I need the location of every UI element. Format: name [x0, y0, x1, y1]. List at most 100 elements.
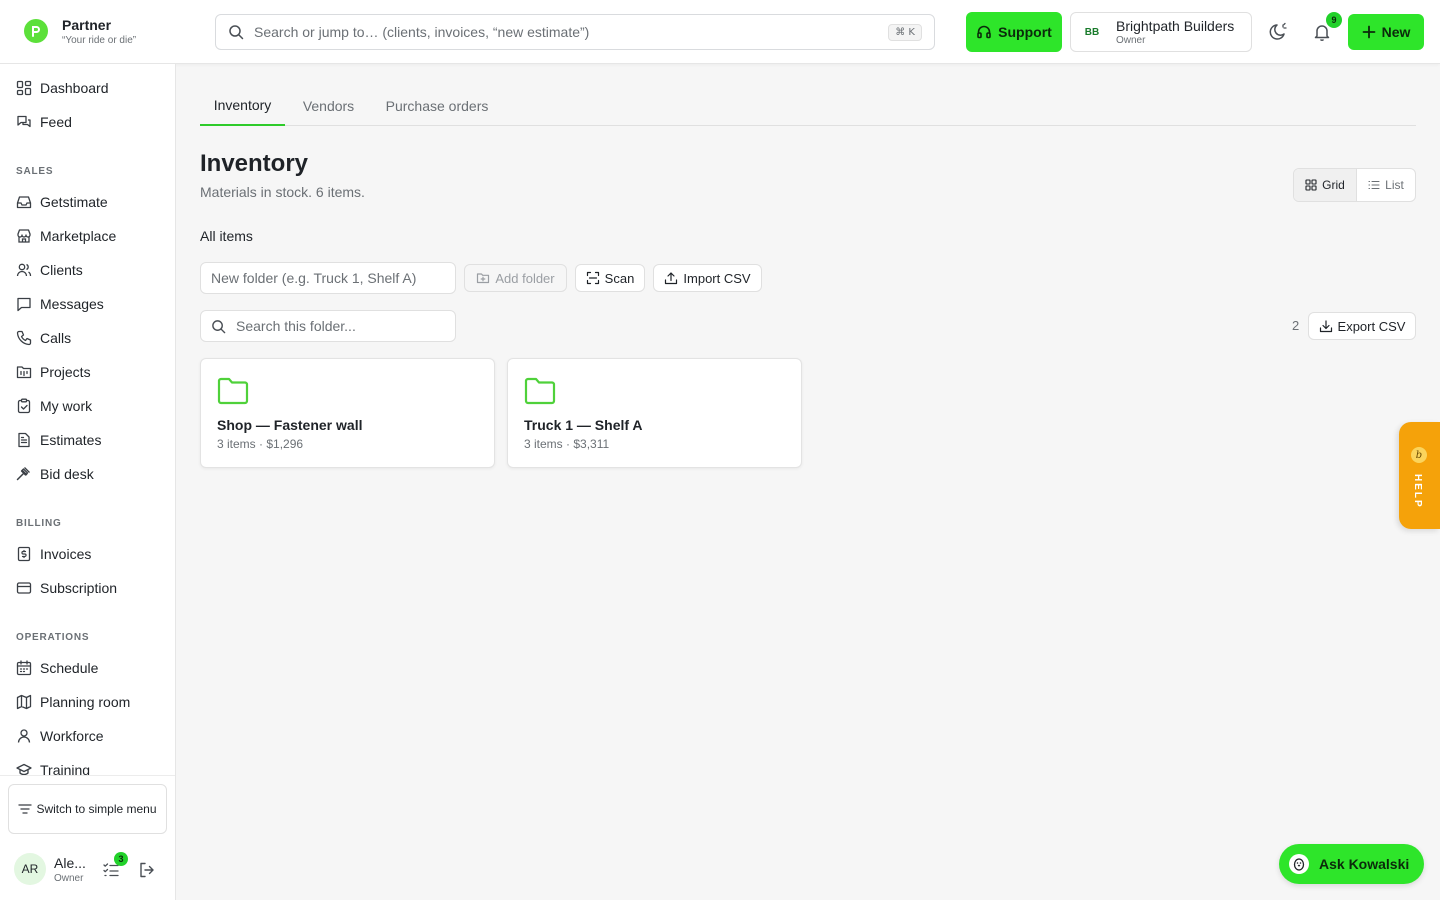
- sidebar-item-messages[interactable]: Messages: [16, 292, 166, 316]
- help-label: HELP: [1412, 474, 1423, 509]
- sidebar-item-feed[interactable]: Feed: [16, 110, 166, 134]
- sidebar-item-planning-room[interactable]: Planning room: [16, 690, 166, 714]
- inbox-icon: [16, 194, 32, 210]
- tab-inventory[interactable]: Inventory: [200, 86, 285, 126]
- brand: Partner “Your ride or die”: [62, 16, 136, 48]
- sidebar-item-workforce[interactable]: Workforce: [16, 724, 166, 748]
- top-bar: Partner “Your ride or die” ⌘ K Support B…: [0, 0, 1440, 64]
- sidebar-item-dashboard[interactable]: Dashboard: [16, 76, 166, 100]
- dashboard-icon: [16, 80, 32, 96]
- sidebar-item-label: Schedule: [40, 660, 99, 676]
- tab-vendors[interactable]: Vendors: [294, 86, 363, 126]
- switch-simple-menu-button[interactable]: Switch to simple menu: [8, 784, 167, 834]
- scan-label: Scan: [604, 270, 635, 286]
- sidebar-item-label: Invoices: [40, 546, 92, 562]
- tab-purchase-orders[interactable]: Purchase orders: [376, 86, 498, 126]
- sidebar-item-label: My work: [40, 398, 93, 414]
- grid-icon: [1305, 179, 1317, 191]
- sidebar: Dashboard Feed SALES Getstimate Marketpl…: [0, 64, 176, 900]
- add-folder-button[interactable]: Add folder: [464, 264, 567, 292]
- sidebar-section-billing: BILLING: [16, 518, 62, 529]
- user-avatar[interactable]: AR: [14, 853, 46, 885]
- feed-icon: [16, 114, 32, 130]
- folder-card[interactable]: Truck 1 — Shelf A 3 items · $3,311: [507, 358, 802, 468]
- sidebar-item-marketplace[interactable]: Marketplace: [16, 224, 166, 248]
- support-label: Support: [998, 24, 1052, 40]
- inventory-tabs: Inventory Vendors Purchase orders: [200, 86, 1416, 126]
- view-grid-button[interactable]: Grid: [1294, 169, 1357, 201]
- ask-kowalski-button[interactable]: Ask Kowalski: [1279, 844, 1424, 884]
- sidebar-item-schedule[interactable]: Schedule: [16, 656, 166, 680]
- headset-icon: [976, 24, 992, 40]
- notifications-badge: 9: [1326, 12, 1342, 28]
- account-name: Brightpath Builders: [1116, 17, 1235, 34]
- account-switcher[interactable]: BB Brightpath Builders Owner: [1070, 12, 1252, 52]
- sidebar-item-label: Planning room: [40, 694, 131, 710]
- page-subtitle: Materials in stock. 6 items.: [200, 184, 365, 200]
- sidebar-item-bid-desk[interactable]: Bid desk: [16, 462, 166, 486]
- sidebar-footer: Switch to simple menu AR Ale... Owner 3: [0, 775, 175, 900]
- sidebar-item-label: Marketplace: [40, 228, 117, 244]
- sidebar-item-label: Getstimate: [40, 194, 108, 210]
- import-csv-button[interactable]: Import CSV: [653, 264, 762, 292]
- sidebar-item-label: Estimates: [40, 432, 102, 448]
- sidebar-item-calls[interactable]: Calls: [16, 326, 166, 350]
- credit-card-icon: [16, 580, 32, 596]
- support-button[interactable]: Support: [966, 12, 1062, 52]
- sidebar-item-clients[interactable]: Clients: [16, 258, 166, 282]
- global-search-input[interactable]: [254, 24, 889, 40]
- partner-logo[interactable]: [24, 19, 48, 43]
- scan-button[interactable]: Scan: [575, 264, 645, 292]
- export-csv-label: Export CSV: [1337, 318, 1406, 334]
- sidebar-item-estimates[interactable]: Estimates: [16, 428, 166, 452]
- sidebar-item-label: Projects: [40, 364, 91, 380]
- view-list-label: List: [1385, 178, 1404, 192]
- section-title: All items: [200, 228, 253, 244]
- folder-name: Shop — Fastener wall: [217, 417, 363, 433]
- folder-meta: 3 items · $1,296: [217, 437, 304, 451]
- sidebar-item-projects[interactable]: Projects: [16, 360, 166, 384]
- user-name: Ale...: [54, 855, 86, 871]
- folder-search[interactable]: [200, 310, 456, 342]
- account-initials: BB: [1084, 26, 1100, 38]
- users-icon: [16, 262, 32, 278]
- sidebar-item-my-work[interactable]: My work: [16, 394, 166, 418]
- logout-icon[interactable]: [138, 861, 156, 879]
- store-icon: [16, 228, 32, 244]
- sidebar-item-subscription[interactable]: Subscription: [16, 576, 166, 600]
- tasks-badge: 3: [114, 852, 128, 866]
- sidebar-item-getstimate[interactable]: Getstimate: [16, 190, 166, 214]
- sidebar-section-sales: SALES: [16, 166, 54, 177]
- brand-tagline: “Your ride or die”: [62, 35, 137, 46]
- user-icon: [16, 728, 32, 744]
- sidebar-section-operations: OPERATIONS: [16, 632, 90, 643]
- brand-name: Partner: [62, 17, 112, 33]
- gavel-icon: [16, 466, 32, 482]
- list-icon: [1368, 179, 1380, 191]
- folder-card[interactable]: Shop — Fastener wall 3 items · $1,296: [200, 358, 495, 468]
- sidebar-item-invoices[interactable]: Invoices: [16, 542, 166, 566]
- new-label: New: [1381, 24, 1411, 40]
- view-list-button[interactable]: List: [1357, 169, 1415, 201]
- folder-icon: [524, 377, 556, 405]
- sidebar-item-label: Messages: [40, 296, 104, 312]
- folder-search-input[interactable]: [236, 318, 445, 334]
- new-button[interactable]: New: [1348, 14, 1424, 50]
- folder-kanban-icon: [16, 364, 32, 380]
- account-role: Owner: [1116, 34, 1146, 46]
- file-text-icon: [16, 432, 32, 448]
- global-search[interactable]: ⌘ K: [215, 14, 935, 50]
- theme-toggle-icon[interactable]: [1266, 20, 1290, 44]
- view-grid-label: Grid: [1322, 178, 1345, 192]
- folder-count: 2: [1292, 318, 1300, 333]
- help-tab[interactable]: b HELP: [1399, 422, 1440, 529]
- switch-simple-menu-label: Switch to simple menu: [36, 802, 157, 816]
- sidebar-item-label: Dashboard: [40, 80, 109, 96]
- download-icon: [1319, 319, 1333, 333]
- new-folder-input[interactable]: [200, 262, 456, 294]
- search-icon: [211, 319, 226, 334]
- sidebar-item-label: Workforce: [40, 728, 104, 744]
- export-csv-button[interactable]: Export CSV: [1308, 312, 1416, 340]
- sidebar-item-label: Bid desk: [40, 466, 94, 482]
- calendar-icon: [16, 660, 32, 676]
